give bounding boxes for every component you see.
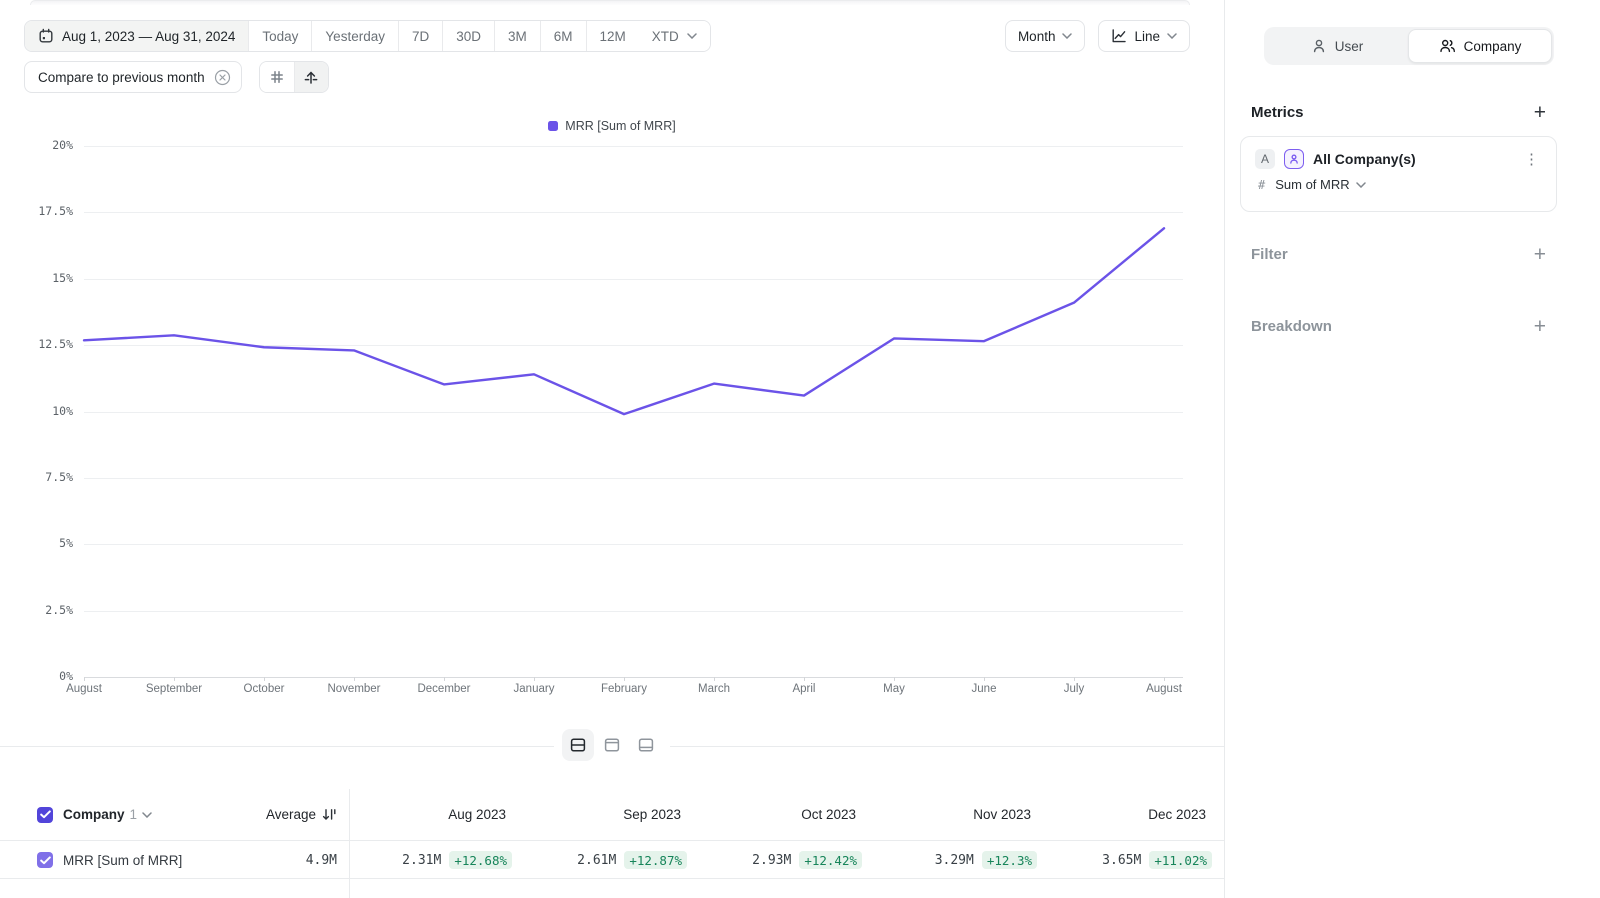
report-main: Aug 1, 2023 — Aug 31, 2024 TodayYesterda… [0,0,1224,898]
table-cell: 2.31M +12.68% [349,851,524,869]
line-chart: 0%2.5%5%7.5%10%12.5%15%17.5%20%AugustSep… [0,0,1224,746]
entity-toggle-company-label: Company [1464,39,1522,54]
table-row: MRR [Sum of MRR] 4.9M 2.31M +12.68% 2.61M +12… [0,842,1224,879]
layout-table-only-button[interactable] [630,729,662,761]
table-cell: 3.65M +11.02% [1049,851,1224,869]
filter-title: Filter [1251,246,1288,263]
add-breakdown-button[interactable]: + [1534,319,1546,335]
layout-bottom-bar-icon [637,736,655,754]
table-column-header[interactable]: Nov 2023 [874,807,1049,822]
cell-change-badge: +12.42% [799,851,862,869]
cell-change-badge: +12.68% [449,851,512,869]
table-entity-label: Company [63,807,125,822]
chart-series-line [0,0,1224,746]
table-header-row: Company 1 Average [0,789,1224,841]
breakdown-title: Breakdown [1251,318,1332,335]
metric-name: All Company(s) [1313,151,1513,167]
cell-value: 2.31M [402,853,441,868]
metrics-section-header: Metrics + [1251,104,1546,121]
metric-aggregation-selector[interactable]: # Sum of MRR [1255,177,1542,192]
table-column-header[interactable]: Oct 2023 [699,807,874,822]
filter-section-header: Filter + [1251,246,1546,263]
entity-toggle: User Company [1264,27,1554,65]
cell-value: 3.29M [935,853,974,868]
config-sidebar: User Company Metrics + A [1224,0,1600,898]
table-entity-selector[interactable]: Company 1 [63,807,152,822]
layout-split-icon [569,736,587,754]
table-column-header[interactable]: Aug 2023 [349,807,524,822]
metric-series-badge: A [1255,149,1275,169]
add-metric-button[interactable]: + [1534,105,1546,121]
breakdown-section-header: Breakdown + [1251,318,1546,335]
cell-change-badge: +11.02% [1149,851,1212,869]
table-cell: 2.61M +12.87% [524,851,699,869]
user-icon [1311,38,1327,54]
cell-change-badge: +12.87% [624,851,687,869]
entity-toggle-company[interactable]: Company [1408,29,1552,63]
metric-aggregation-label: Sum of MRR [1275,177,1349,192]
cell-value: 2.61M [577,853,616,868]
chevron-down-icon [142,812,152,818]
entity-toggle-user-label: User [1335,39,1364,54]
cell-value: 3.65M [1102,853,1141,868]
table-column-header[interactable]: Sep 2023 [524,807,699,822]
row-checkbox[interactable] [37,852,53,868]
table-cell: 2.93M +12.42% [699,851,874,869]
entity-toggle-user[interactable]: User [1266,29,1408,63]
row-metric-label: MRR [Sum of MRR] [63,853,182,868]
layout-toggle-group [0,729,1224,761]
add-filter-button[interactable]: + [1534,247,1546,263]
metrics-title: Metrics [1251,104,1304,121]
table-column-header[interactable]: Dec 2023 [1049,807,1224,822]
layout-split-button[interactable] [562,729,594,761]
hash-icon: # [1258,178,1265,192]
select-all-checkbox[interactable] [37,807,53,823]
row-average-value: 4.9M [306,853,337,868]
table-cell: 3.29M +12.3% [874,851,1049,869]
cell-change-badge: +12.3% [982,851,1037,869]
cell-value: 2.93M [752,853,791,868]
table-column-divider [349,789,350,898]
analytics-dashboard: Aug 1, 2023 — Aug 31, 2024 TodayYesterda… [0,0,1600,898]
sort-icon [322,808,337,821]
kebab-menu-icon[interactable]: ⋮ [1522,152,1542,167]
users-icon [1439,38,1456,54]
table-entity-count: 1 [130,807,138,822]
average-label: Average [266,807,316,822]
company-avatar-icon [1284,149,1304,169]
layout-top-bar-icon [603,736,621,754]
metric-card[interactable]: A All Company(s) ⋮ # Sum of MRR [1240,136,1557,212]
average-column-header[interactable]: Average [266,807,337,822]
chevron-down-icon [1356,182,1366,188]
layout-chart-only-button[interactable] [596,729,628,761]
